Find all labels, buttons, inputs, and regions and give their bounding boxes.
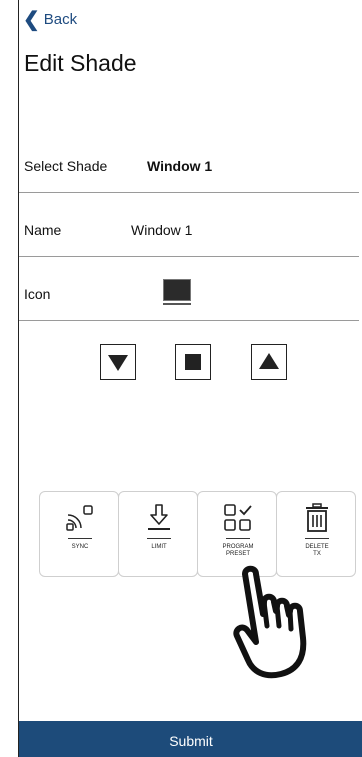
limit-icon <box>148 504 170 530</box>
chevron-left-icon: ❮ <box>23 9 40 31</box>
select-shade-row[interactable]: Select Shade Window 1 <box>19 143 359 193</box>
sync-label: SYNC <box>71 544 89 550</box>
shade-icon-underline <box>163 303 191 305</box>
program-preset-underline <box>226 538 250 539</box>
delete-tx-label-line1: DELETE <box>305 544 329 550</box>
icon-label: Icon <box>24 286 51 302</box>
delete-tx-underline <box>305 538 329 539</box>
shade-down-button[interactable] <box>100 344 136 380</box>
delete-tx-label-line2: TX <box>313 551 321 557</box>
shade-icon-selector[interactable] <box>163 279 191 305</box>
back-label: Back <box>43 11 78 28</box>
name-field[interactable]: Window 1 <box>131 222 192 238</box>
shade-up-button[interactable] <box>251 344 287 380</box>
name-label: Name <box>24 222 62 238</box>
sync-tile[interactable]: SYNC <box>39 491 119 577</box>
limit-underline <box>147 538 171 539</box>
submit-button[interactable]: Submit <box>19 721 362 757</box>
stop-icon <box>185 354 201 370</box>
down-icon <box>108 355 128 371</box>
shade-icon <box>163 279 191 301</box>
limit-label: LIMIT <box>151 544 167 550</box>
program-preset-icon <box>224 504 252 531</box>
page-title: Edit Shade <box>24 50 137 76</box>
shade-stop-button[interactable] <box>175 344 211 380</box>
edit-shade-screen: ❮ Back Edit Shade Select Shade Window 1 … <box>18 0 362 757</box>
delete-icon <box>306 503 328 532</box>
sync-icon <box>66 505 93 531</box>
icon-row: Icon <box>19 271 359 321</box>
select-shade-label: Select Shade <box>24 158 108 174</box>
limit-tile[interactable]: LIMIT <box>118 491 198 577</box>
tap-hand-icon <box>233 565 307 679</box>
program-preset-label-line2: PRESET <box>225 551 250 557</box>
program-preset-label-line1: PROGRAM <box>222 544 254 550</box>
name-row: Name Window 1 <box>19 207 359 257</box>
back-button[interactable]: ❮ Back <box>23 10 77 30</box>
up-icon <box>259 353 279 369</box>
sync-underline <box>68 538 92 539</box>
select-shade-value[interactable]: Window 1 <box>147 158 212 174</box>
